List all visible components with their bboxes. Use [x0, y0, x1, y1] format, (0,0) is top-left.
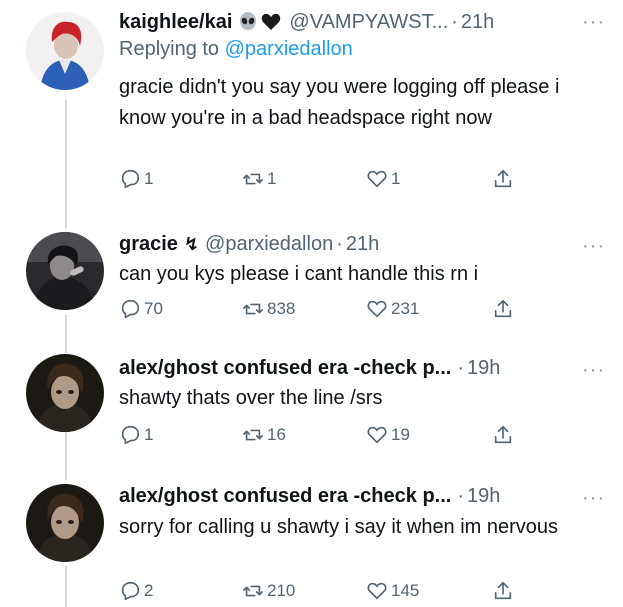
- reply-button[interactable]: 1: [119, 168, 153, 190]
- dot-separator: ·: [336, 233, 343, 255]
- timestamp[interactable]: 19h: [467, 355, 500, 381]
- dot-separator: ·: [451, 11, 458, 33]
- tweet-text: sorry for calling u shawty i say it when…: [119, 516, 559, 538]
- avatar-image: [26, 354, 104, 432]
- tweet-header: gracie ↯ @parxiedallon · 21h: [119, 230, 605, 258]
- avatar[interactable]: [26, 354, 104, 432]
- reply-button[interactable]: 2: [119, 580, 153, 602]
- avatar[interactable]: [26, 12, 104, 90]
- reply-icon: [121, 299, 140, 319]
- tweet[interactable]: alex/ghost confused era -check p... · 19…: [0, 478, 623, 607]
- retweet-button[interactable]: 838: [242, 298, 295, 320]
- tweet-header: kaighlee/kai @VAMPYAWST... · 21h: [119, 8, 605, 36]
- retweet-count: 1: [267, 169, 277, 188]
- alien-emoji-icon: [238, 12, 258, 32]
- retweet-button[interactable]: 210: [242, 580, 295, 602]
- display-name[interactable]: alex/ghost confused era -check p...: [119, 355, 451, 381]
- display-name[interactable]: alex/ghost confused era -check p...: [119, 483, 451, 509]
- tweet[interactable]: gracie ↯ @parxiedallon · 21h ··· can you…: [0, 228, 623, 348]
- share-button[interactable]: [492, 580, 517, 602]
- retweet-count: 16: [267, 425, 286, 444]
- retweet-icon: [243, 173, 263, 185]
- avatar[interactable]: [26, 232, 104, 310]
- user-handle[interactable]: @parxiedallon: [205, 231, 333, 257]
- like-count: 19: [391, 425, 410, 444]
- tweet-header: alex/ghost confused era -check p... · 19…: [119, 354, 605, 382]
- timestamp[interactable]: 19h: [467, 483, 500, 509]
- reply-context: Replying to @parxiedallon: [119, 36, 605, 62]
- avatar-image: [26, 232, 104, 310]
- retweet-icon: [243, 429, 263, 441]
- more-options-icon[interactable]: ···: [582, 12, 605, 32]
- avatar[interactable]: [26, 484, 104, 562]
- heart-icon: [367, 170, 387, 188]
- reply-icon: [121, 581, 140, 601]
- reply-count: 1: [144, 425, 154, 444]
- user-handle[interactable]: @VAMPYAWST...: [289, 9, 448, 35]
- more-options-icon[interactable]: ···: [582, 360, 605, 380]
- more-options-icon[interactable]: ···: [582, 236, 605, 256]
- like-button[interactable]: 231: [366, 298, 419, 320]
- reply-prefix: Replying to: [119, 38, 220, 60]
- share-button[interactable]: [492, 298, 517, 320]
- tweet-text: can you kys please i cant handle this rn…: [119, 263, 479, 285]
- like-count: 1: [391, 169, 401, 188]
- tweet[interactable]: alex/ghost confused era -check p... · 19…: [0, 348, 623, 468]
- share-icon: [494, 581, 512, 600]
- retweet-icon: [243, 585, 263, 597]
- display-name[interactable]: gracie: [119, 231, 178, 257]
- timestamp[interactable]: 21h: [346, 231, 379, 257]
- reply-icon: [121, 169, 140, 189]
- timestamp[interactable]: 21h: [461, 9, 494, 35]
- reply-count: 70: [144, 299, 163, 318]
- retweet-button[interactable]: 1: [242, 168, 276, 190]
- retweet-count: 838: [267, 299, 296, 318]
- tweet[interactable]: kaighlee/kai @VAMPYAWST... · 21h ··· Rep…: [0, 0, 623, 210]
- share-button[interactable]: [492, 424, 517, 446]
- avatar-image: [26, 484, 104, 562]
- name-symbol: ↯: [183, 234, 200, 254]
- share-icon: [494, 425, 512, 444]
- heart-icon: [367, 426, 387, 444]
- tweet-text: shawty thats over the line /srs: [119, 387, 383, 409]
- black-heart-emoji-icon: [261, 13, 281, 31]
- like-button[interactable]: 1: [366, 168, 400, 190]
- like-count: 231: [391, 299, 420, 318]
- dot-separator: ·: [457, 357, 464, 379]
- heart-icon: [367, 582, 387, 600]
- reply-button[interactable]: 70: [119, 298, 163, 320]
- reply-icon: [121, 425, 140, 445]
- retweet-count: 210: [267, 581, 296, 600]
- like-button[interactable]: 19: [366, 424, 410, 446]
- avatar-image: [26, 12, 104, 90]
- reply-button[interactable]: 1: [119, 424, 153, 446]
- tweet-header: alex/ghost confused era -check p... · 19…: [119, 482, 605, 510]
- reply-mention-link[interactable]: @parxiedallon: [225, 38, 353, 60]
- retweet-icon: [243, 303, 263, 315]
- more-options-icon[interactable]: ···: [582, 488, 605, 508]
- share-icon: [494, 169, 512, 188]
- dot-separator: ·: [457, 485, 464, 507]
- reply-count: 1: [144, 169, 154, 188]
- heart-icon: [367, 300, 387, 318]
- tweet-text: gracie didn't you say you were logging o…: [119, 76, 560, 129]
- reply-count: 2: [144, 581, 154, 600]
- display-name[interactable]: kaighlee/kai: [119, 9, 232, 35]
- like-count: 145: [391, 581, 420, 600]
- share-icon: [494, 299, 512, 318]
- share-button[interactable]: [492, 168, 517, 190]
- retweet-button[interactable]: 16: [242, 424, 286, 446]
- like-button[interactable]: 145: [366, 580, 419, 602]
